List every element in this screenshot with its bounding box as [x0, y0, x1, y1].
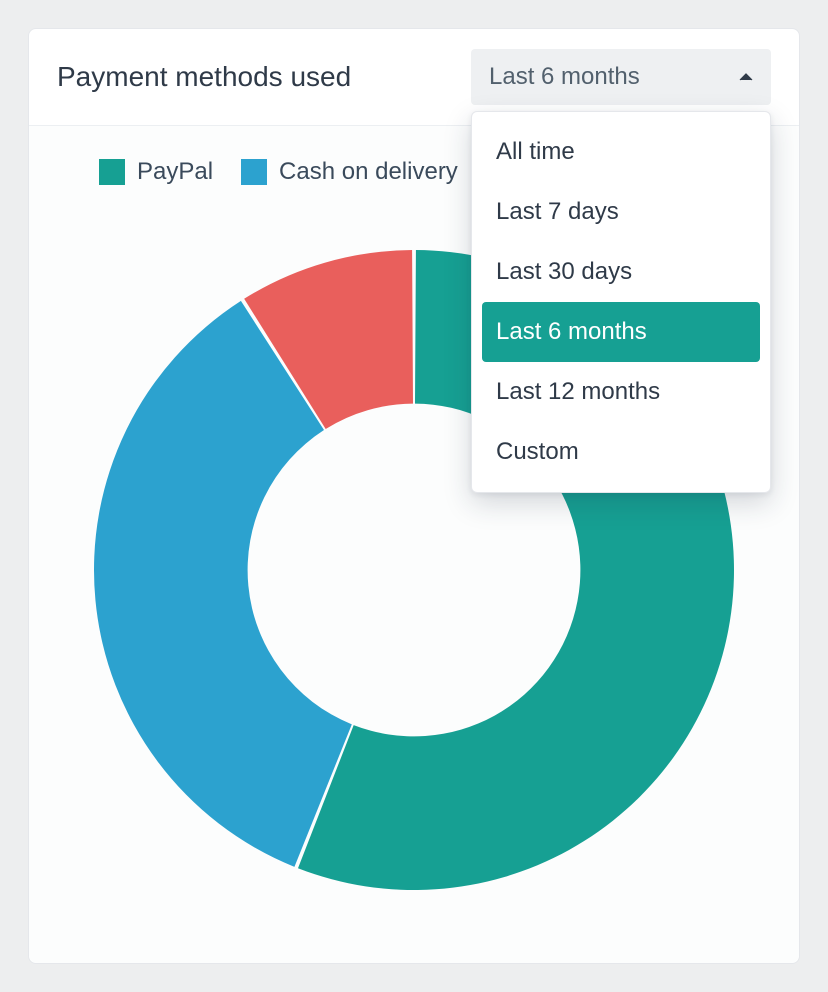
legend-label: PayPal — [137, 158, 213, 186]
legend-swatch — [241, 159, 267, 185]
legend-swatch — [99, 159, 125, 185]
timeframe-option[interactable]: Last 12 months — [482, 362, 760, 422]
timeframe-select-button[interactable]: Last 6 months — [471, 49, 771, 105]
timeframe-selected-label: Last 6 months — [489, 63, 640, 91]
caret-up-icon — [739, 72, 753, 82]
timeframe-dropdown: All timeLast 7 daysLast 30 daysLast 6 mo… — [471, 111, 771, 493]
timeframe-option[interactable]: Last 6 months — [482, 302, 760, 362]
card-title: Payment methods used — [57, 61, 351, 93]
timeframe-option[interactable]: Last 7 days — [482, 182, 760, 242]
legend-item[interactable]: Cash on delivery — [241, 158, 458, 186]
timeframe-select: Last 6 months All timeLast 7 daysLast 30… — [471, 49, 771, 105]
legend-label: Cash on delivery — [279, 158, 458, 186]
card-header: Payment methods used Last 6 months All t… — [29, 29, 799, 126]
payment-methods-card: Payment methods used Last 6 months All t… — [28, 28, 800, 964]
timeframe-option[interactable]: All time — [482, 122, 760, 182]
timeframe-option[interactable]: Custom — [482, 422, 760, 482]
legend-item[interactable]: PayPal — [99, 158, 213, 186]
timeframe-option[interactable]: Last 30 days — [482, 242, 760, 302]
